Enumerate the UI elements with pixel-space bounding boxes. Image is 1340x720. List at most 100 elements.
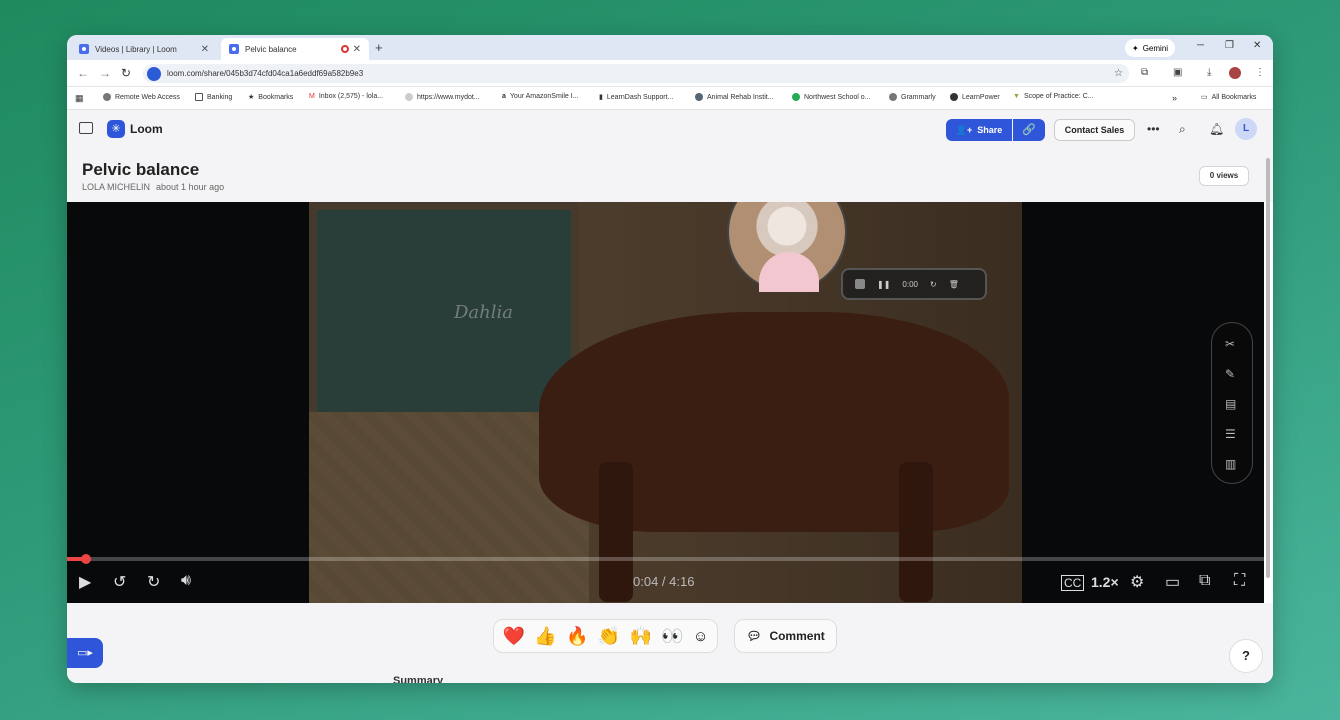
loom-header: ✳ Loom 👤+ Share 🔗 Contact Sales ••• ⌕ 🔔︎… <box>67 110 1273 150</box>
progress-bar[interactable] <box>67 554 1264 564</box>
bookmark-star-icon[interactable]: ☆ <box>1114 68 1123 79</box>
contact-sales-button[interactable]: Contact Sales <box>1054 119 1135 141</box>
loom-logo-icon[interactable]: ✳ <box>107 120 125 138</box>
tab-videos-library[interactable]: Videos | Library | Loom ✕ <box>71 38 217 60</box>
apps-grid-icon[interactable]: ▦ <box>75 93 84 104</box>
page-scrollbar[interactable] <box>1265 150 1271 680</box>
site-info-icon[interactable] <box>147 66 161 81</box>
progress-scrubber[interactable] <box>81 554 92 564</box>
close-tab-icon[interactable]: ✕ <box>201 44 209 55</box>
browser-window: Videos | Library | Loom ✕ Pelvic balance… <box>67 35 1273 683</box>
close-tab-icon[interactable]: ✕ <box>353 44 361 55</box>
author-name[interactable]: LOLA MICHELIN <box>82 182 150 192</box>
share-button[interactable]: 👤+ Share <box>946 119 1012 141</box>
sidebar-toggle-icon[interactable] <box>79 122 93 134</box>
more-options-icon[interactable]: ••• <box>1147 122 1160 136</box>
bookmark-label: Inbox (2,575) - lola... <box>318 93 384 100</box>
comment-icon: 💬︎ <box>746 629 762 643</box>
site-icon <box>695 93 703 101</box>
url-text: loom.com/share/045b3d74cfd04ca1a6eddf69a… <box>167 69 364 78</box>
comment-icon[interactable]: ▤ <box>1225 397 1236 411</box>
restart-icon[interactable]: ↻ <box>930 280 937 289</box>
loom-favicon-icon <box>79 44 89 54</box>
copy-link-button[interactable]: 🔗 <box>1013 119 1045 141</box>
more-bookmarks-icon[interactable]: » <box>1172 93 1177 103</box>
notifications-bell-icon[interactable]: 🔔︎ <box>1209 122 1224 136</box>
tab-pelvic-balance[interactable]: Pelvic balance ✕ <box>221 38 369 60</box>
minimize-icon[interactable]: ─ <box>1197 40 1204 51</box>
fire-reaction[interactable]: 🔥 <box>566 626 588 647</box>
comment-button[interactable]: 💬︎ Comment <box>734 619 837 653</box>
bookmark-item[interactable]: Banking <box>195 93 232 101</box>
bookmark-label: Remote Web Access <box>115 93 180 101</box>
forward-icon[interactable]: → <box>99 66 111 80</box>
picture-in-picture-icon[interactable]: ⧉ <box>1199 572 1210 590</box>
folder-icon: ▭ <box>1201 94 1208 101</box>
insights-chart-icon[interactable]: ▥ <box>1225 457 1236 471</box>
reload-icon[interactable]: ↻ <box>121 66 131 80</box>
address-bar[interactable]: loom.com/share/045b3d74cfd04ca1a6eddf69a… <box>143 64 1129 83</box>
bookmark-item[interactable]: Northwest School o... <box>792 93 871 101</box>
eyes-reaction[interactable]: 👀 <box>661 626 683 647</box>
extensions-icon[interactable]: ⧉ <box>1141 67 1148 78</box>
reactions-bar: ❤️ 👍 🔥 👏 🙌 👀 ☺ <box>493 619 718 653</box>
address-bar-row: ← → ↻ loom.com/share/045b3d74cfd04ca1a6e… <box>67 60 1273 87</box>
video-player[interactable]: Dahlia ❚❚ 0:00 ↻ 🗑︎ ✂ ✎ ▤ ☰ ▥ ▶ ↺ ↻ 🔊︎ 0… <box>67 202 1264 603</box>
bookmark-label: https://www.mydot... <box>417 93 480 101</box>
scrollbar-thumb[interactable] <box>1266 158 1270 578</box>
more-menu-icon[interactable]: ⋮ <box>1255 67 1265 78</box>
pause-icon[interactable]: ❚❚ <box>877 280 890 289</box>
back-icon[interactable]: ← <box>77 66 89 80</box>
add-reaction-icon[interactable]: ☺ <box>693 628 708 645</box>
thumbs-up-reaction[interactable]: 👍 <box>534 626 556 647</box>
bookmark-item[interactable]: a Your AmazonSmile I... <box>502 93 579 100</box>
close-window-icon[interactable]: ✕ <box>1253 40 1261 51</box>
help-button[interactable]: ? <box>1229 639 1263 673</box>
comment-label: Comment <box>769 629 825 643</box>
cast-icon[interactable]: ▣ <box>1173 67 1182 78</box>
record-video-button[interactable]: ▭▸ <box>67 638 103 668</box>
profile-avatar[interactable] <box>1229 67 1241 79</box>
bookmark-item[interactable]: ▮ LearnDash Support... <box>599 93 673 102</box>
restore-icon[interactable]: ❐ <box>1225 40 1234 51</box>
playback-speed[interactable]: 1.2× <box>1091 574 1119 590</box>
loom-brand[interactable]: Loom <box>130 122 163 136</box>
scissors-icon[interactable]: ✂ <box>1225 337 1235 351</box>
user-avatar[interactable]: L <box>1235 118 1257 140</box>
bookmark-item[interactable]: Remote Web Access <box>103 93 180 101</box>
rewind-5-icon[interactable]: ↺ <box>113 572 126 592</box>
bookmark-item[interactable]: Grammarly <box>889 93 936 101</box>
raised-hands-reaction[interactable]: 🙌 <box>630 626 652 647</box>
bookmark-item[interactable]: ▼ Scope of Practice: C... <box>1013 93 1094 100</box>
bookmark-item[interactable]: https://www.mydot... <box>405 93 480 101</box>
fullscreen-icon[interactable]: ⛶ <box>1234 572 1245 590</box>
bookmark-item[interactable]: Animal Rehab Instit... <box>695 93 774 101</box>
gemini-button[interactable]: ✦ Gemini <box>1125 39 1176 57</box>
play-icon[interactable]: ▶ <box>79 572 91 592</box>
bookmark-label: Banking <box>207 93 233 101</box>
volume-icon[interactable]: 🔊︎ <box>181 572 191 590</box>
bookmark-item[interactable]: ★ Bookmarks <box>248 93 293 102</box>
captions-icon[interactable]: CC <box>1061 575 1085 591</box>
heart-reaction[interactable]: ❤️ <box>503 626 525 647</box>
clap-reaction[interactable]: 👏 <box>598 626 620 647</box>
new-tab-icon[interactable]: + <box>375 40 383 55</box>
bookmark-item[interactable]: M Inbox (2,575) - lola... <box>309 93 383 100</box>
download-icon[interactable]: ⤓ <box>1207 67 1211 78</box>
edit-pen-icon[interactable]: ✎ <box>1225 367 1235 381</box>
theater-mode-icon[interactable]: ▭ <box>1165 572 1180 592</box>
video-dim-overlay <box>309 202 1022 603</box>
add-person-icon: 👤+ <box>955 124 973 135</box>
tab-label: Videos | Library | Loom <box>95 44 177 54</box>
search-icon[interactable]: ⌕ <box>1179 122 1186 137</box>
stop-icon[interactable] <box>855 279 865 289</box>
bookmark-item[interactable]: LearnPower <box>950 93 1000 101</box>
settings-gear-icon[interactable]: ⚙ <box>1130 572 1144 592</box>
page-icon <box>405 93 413 101</box>
bookmark-label: Northwest School o... <box>804 93 871 101</box>
chapters-icon[interactable]: ☰ <box>1225 427 1236 441</box>
all-bookmarks-button[interactable]: ▭ All Bookmarks <box>1201 93 1256 102</box>
trash-icon[interactable]: 🗑︎ <box>949 280 959 289</box>
forward-5-icon[interactable]: ↻ <box>147 572 160 592</box>
views-badge[interactable]: 0 views <box>1199 166 1249 186</box>
